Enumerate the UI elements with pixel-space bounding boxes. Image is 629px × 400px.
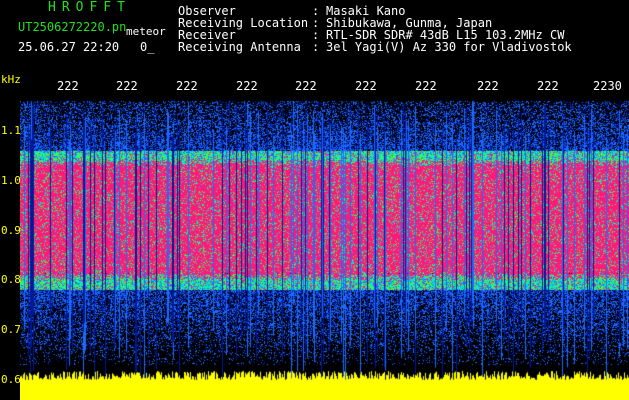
y-tick-1.0: 1.0 xyxy=(1,174,21,187)
axis-unit-label: kHz xyxy=(1,73,21,86)
y-tick-0.8: 0.8 xyxy=(1,273,21,286)
spectrogram-canvas xyxy=(20,90,629,400)
counter-label: 0_ xyxy=(140,40,155,54)
time-tick-8: 222 xyxy=(477,79,499,93)
filename-label: UT2506272220.pn xyxy=(18,20,127,34)
y-tick-1.1: 1.1 xyxy=(1,124,21,137)
mode-label: meteor xyxy=(126,25,166,38)
time-tick-2: 222 xyxy=(116,79,138,93)
antenna-label: Receiving Antenna xyxy=(178,40,301,54)
datetime-label: 25.06.27 22:20 xyxy=(18,40,120,54)
time-tick-6: 222 xyxy=(355,79,377,93)
time-tick-3: 222 xyxy=(176,79,198,93)
time-tick-7: 222 xyxy=(415,79,437,93)
y-tick-0.6: 0.6 xyxy=(1,373,21,386)
antenna-sep: : xyxy=(312,40,320,54)
time-tick-1: 222 xyxy=(57,79,79,93)
antenna-value: 3el Yagi(V) Az 330 for Vladivostok xyxy=(326,40,572,54)
brand-label: HROFFT xyxy=(48,0,131,15)
time-tick-9: 222 xyxy=(537,79,559,93)
time-tick-10: 2230 xyxy=(593,79,622,93)
y-tick-0.7: 0.7 xyxy=(1,323,21,336)
y-tick-0.9: 0.9 xyxy=(1,224,21,237)
time-tick-5: 222 xyxy=(295,79,317,93)
time-tick-4: 222 xyxy=(236,79,258,93)
